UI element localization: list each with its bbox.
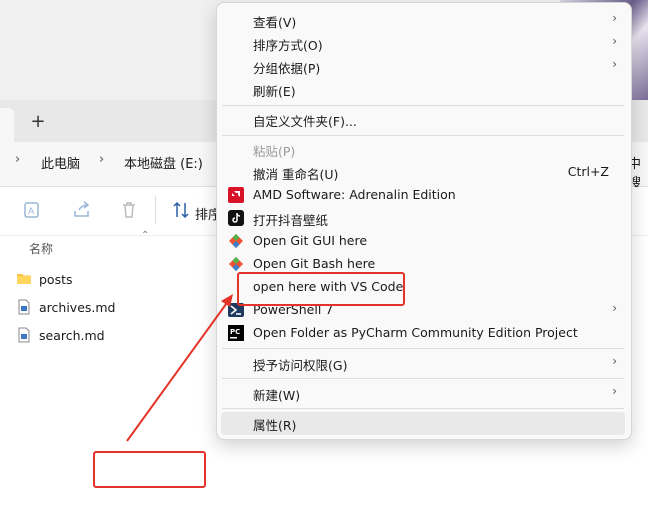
annotation-arrow [126,294,233,442]
